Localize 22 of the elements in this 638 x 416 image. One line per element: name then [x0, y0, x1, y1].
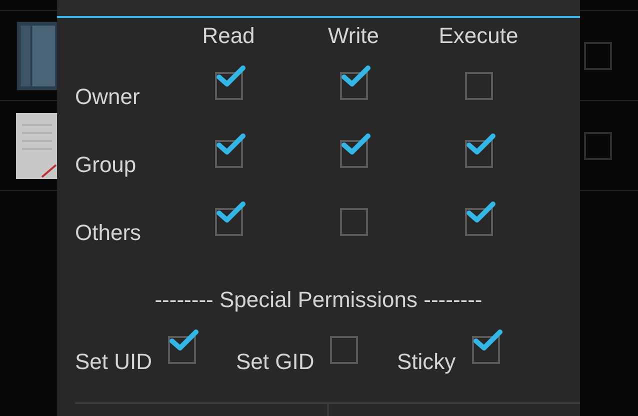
checkbox[interactable] — [214, 64, 246, 100]
checkbox[interactable] — [464, 132, 496, 168]
folder-icon — [16, 20, 58, 92]
section-heading: -------- Special Permissions -------- — [154, 287, 482, 313]
checkbox[interactable] — [214, 200, 246, 236]
checkbox[interactable] — [168, 328, 200, 364]
checkbox[interactable] — [472, 328, 504, 364]
column-header: Write — [328, 22, 379, 49]
column-header: Execute — [438, 22, 518, 49]
checkbox-label: Set UID — [75, 348, 152, 375]
row-label: Owner — [75, 84, 140, 110]
checkbox-label: Sticky — [397, 348, 456, 375]
checkbox[interactable] — [214, 132, 246, 168]
checkbox[interactable] — [584, 132, 612, 160]
checkbox[interactable] — [340, 132, 372, 168]
row-label: Others — [75, 220, 142, 246]
checkbox[interactable] — [340, 64, 372, 100]
checkbox[interactable] — [584, 42, 612, 70]
row-label: Group — [75, 152, 136, 178]
checkbox[interactable] — [464, 200, 496, 236]
column-header: Read — [202, 22, 255, 49]
checkbox-label: Set GID — [236, 348, 314, 375]
